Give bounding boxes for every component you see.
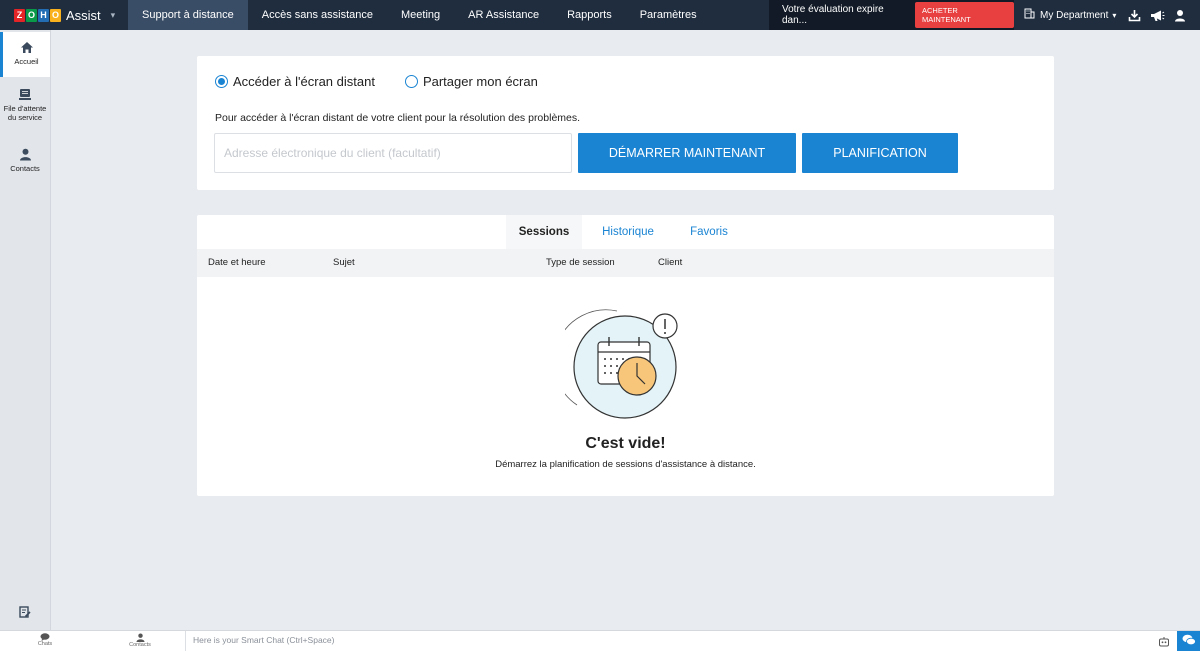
radio-share-screen[interactable] — [404, 75, 418, 88]
app-brand[interactable]: Z O H O Assist ▾ — [0, 0, 128, 30]
sidebar-item-label: File d'attente — [3, 104, 47, 113]
department-selector[interactable]: My Department ▾ — [1024, 0, 1116, 30]
tab-sessions[interactable]: Sessions — [506, 215, 582, 249]
left-sidebar: Accueil File d'attente du service Contac… — [0, 30, 51, 630]
open-chat-button[interactable] — [1177, 631, 1200, 651]
queue-icon — [0, 88, 50, 101]
schedule-button[interactable]: PLANIFICATION — [802, 133, 958, 173]
logo-letter-z: Z — [14, 8, 25, 22]
contacts-icon — [0, 148, 50, 161]
empty-state-subtitle: Démarrez la planification de sessions d'… — [495, 459, 756, 470]
user-icon[interactable] — [1174, 9, 1186, 22]
alert-icon — [652, 313, 678, 339]
home-icon — [3, 41, 50, 54]
logo-letter-o1: O — [26, 8, 37, 22]
building-icon — [1024, 8, 1035, 22]
start-now-button[interactable]: DÉMARRER MAINTENANT — [578, 133, 796, 173]
top-icons — [1128, 0, 1186, 30]
session-description: Pour accéder à l'écran distant de votre … — [215, 112, 581, 124]
chat-bubbles-icon — [1182, 633, 1196, 651]
divider — [185, 631, 186, 651]
sidebar-item-home[interactable]: Accueil — [0, 32, 50, 77]
session-start-card: Accéder à l'écran distant Partager mon é… — [197, 56, 1054, 190]
zoho-logo: Z O H O — [14, 8, 61, 22]
tab-history[interactable]: Historique — [589, 215, 667, 249]
sidebar-item-label: du service — [7, 113, 43, 122]
radio-share-label[interactable]: Partager mon écran — [423, 74, 538, 89]
contacts-icon — [120, 633, 160, 642]
sidebar-item-label: Contacts — [10, 164, 40, 173]
robot-icon[interactable] — [1158, 635, 1170, 651]
tab-favorites[interactable]: Favoris — [677, 215, 741, 249]
main-nav: Support à distance Accès sans assistance… — [128, 0, 711, 30]
sidebar-item-queue[interactable]: File d'attente du service — [0, 88, 50, 132]
radio-remote-screen[interactable] — [215, 75, 228, 88]
mode-radio-group: Accéder à l'écran distant Partager mon é… — [215, 74, 568, 89]
trial-banner: Votre évaluation expire dan... ACHETER M… — [769, 0, 1014, 30]
app-name: Assist — [66, 7, 101, 23]
trial-text: Votre évaluation expire dan... — [782, 4, 884, 26]
nav-settings[interactable]: Paramètres — [626, 0, 711, 30]
sidebar-item-contacts[interactable]: Contacts — [0, 148, 50, 178]
radio-remote-label[interactable]: Accéder à l'écran distant — [233, 74, 375, 89]
nav-reports[interactable]: Rapports — [553, 0, 626, 30]
empty-calendar-illustration — [553, 309, 685, 434]
chat-bubble-icon — [25, 633, 65, 641]
column-subject[interactable]: Sujet — [333, 249, 355, 277]
nav-unattended-access[interactable]: Accès sans assistance — [248, 0, 387, 30]
nav-meeting[interactable]: Meeting — [387, 0, 454, 30]
bottom-chats-label: Chats — [37, 641, 53, 647]
column-client[interactable]: Client — [658, 249, 682, 277]
empty-state-title: C'est vide! — [585, 435, 666, 452]
chevron-down-icon[interactable]: ▾ — [111, 10, 116, 21]
buy-now-button[interactable]: ACHETER MAINTENANT — [915, 2, 1014, 28]
nav-remote-support[interactable]: Support à distance — [128, 0, 248, 30]
bottom-bar: Chats Contacts Here is your Smart Chat (… — [0, 630, 1200, 651]
sessions-tabs: Sessions Historique Favoris — [197, 215, 1054, 249]
sessions-table-header: Date et heure Sujet Type de session Clie… — [197, 249, 1054, 277]
bottom-contacts[interactable]: Contacts — [120, 633, 160, 648]
logo-letter-o2: O — [50, 8, 61, 22]
megaphone-icon[interactable] — [1150, 9, 1165, 22]
download-icon[interactable] — [1128, 9, 1141, 22]
notes-icon[interactable] — [19, 605, 31, 623]
chevron-down-icon: ▾ — [1112, 10, 1117, 20]
clock-icon — [617, 356, 657, 396]
column-session-type[interactable]: Type de session — [546, 249, 615, 277]
sidebar-item-label: Accueil — [14, 57, 39, 66]
smart-chat-input[interactable]: Here is your Smart Chat (Ctrl+Space) — [193, 635, 334, 645]
client-email-input[interactable] — [214, 133, 572, 173]
nav-ar-assistance[interactable]: AR Assistance — [454, 0, 553, 30]
sessions-card: Sessions Historique Favoris Date et heur… — [197, 215, 1054, 496]
bottom-chats[interactable]: Chats — [25, 633, 65, 647]
top-navbar: Z O H O Assist ▾ Support à distance Accè… — [0, 0, 1200, 30]
department-label: My Department — [1040, 9, 1109, 21]
bottom-contacts-label: Contacts — [129, 642, 151, 648]
column-date-time[interactable]: Date et heure — [208, 249, 266, 277]
logo-letter-h: H — [38, 8, 49, 22]
